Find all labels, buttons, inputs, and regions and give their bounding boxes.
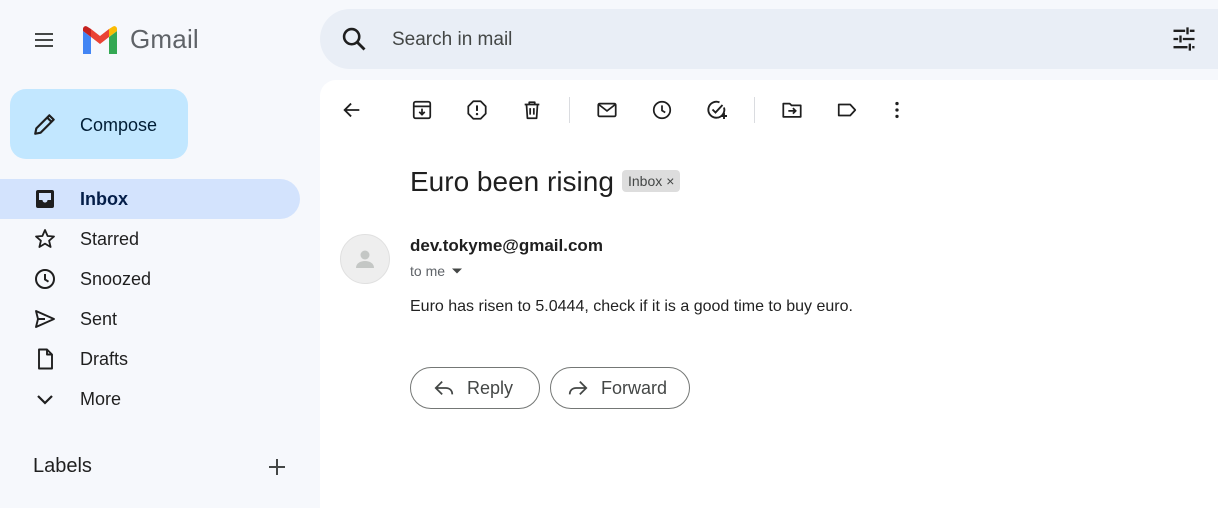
- star-icon: [33, 227, 57, 251]
- labels-button[interactable]: [835, 98, 859, 122]
- report-spam-button[interactable]: [465, 98, 489, 122]
- reply-button[interactable]: Reply: [410, 367, 540, 409]
- sidebar-item-label: Sent: [80, 309, 118, 329]
- sidebar-item-label: Starred: [80, 229, 140, 249]
- compose-label: Compose: [80, 115, 158, 135]
- chip-label: Inbox: [628, 173, 663, 189]
- create-label-button[interactable]: [265, 455, 289, 479]
- sidebar-item-snoozed[interactable]: Snoozed: [0, 259, 300, 299]
- move-to-folder-icon: [782, 102, 802, 118]
- snooze-button[interactable]: [650, 98, 674, 122]
- mark-unread-button[interactable]: [595, 98, 619, 122]
- arrow-back-icon: [343, 102, 360, 118]
- mail-icon: [597, 102, 617, 118]
- message-view: Euro been rising Inbox × dev.tokyme@gmai…: [320, 80, 1218, 508]
- sidebar-item-inbox[interactable]: Inbox: [0, 179, 300, 219]
- toolbar-divider: [754, 97, 755, 123]
- back-button[interactable]: [340, 98, 364, 122]
- avatar[interactable]: [340, 234, 390, 284]
- label-icon: [837, 103, 857, 117]
- sidebar-item-label: More: [80, 389, 122, 409]
- recipient-text: to me: [410, 263, 446, 279]
- pencil-icon: [32, 111, 58, 137]
- chevron-down-icon: [33, 387, 57, 411]
- archive-button[interactable]: [410, 98, 434, 122]
- inbox-label-chip: Inbox ×: [622, 170, 681, 192]
- labels-heading: Labels: [33, 455, 92, 477]
- search-bar: [320, 9, 1218, 69]
- sidebar-item-starred[interactable]: Starred: [0, 219, 300, 259]
- forward-button[interactable]: Forward: [550, 367, 690, 409]
- clock-icon: [652, 100, 672, 120]
- hamburger-menu-icon: [35, 33, 53, 47]
- gmail-logo[interactable]: Gmail: [80, 24, 199, 55]
- delete-button[interactable]: [520, 98, 544, 122]
- reply-label: Reply: [467, 377, 514, 398]
- sidebar-item-label: Inbox: [80, 189, 128, 209]
- report-spam-icon: [467, 100, 487, 120]
- sidebar-item-label: Snoozed: [80, 269, 152, 289]
- email-body: Euro has risen to 5.0444, check if it is…: [410, 298, 853, 315]
- main-menu-button[interactable]: [24, 20, 64, 60]
- sidebar-item-label: Drafts: [80, 349, 129, 369]
- plus-icon: [269, 459, 285, 475]
- forward-icon: [568, 380, 588, 396]
- reply-icon: [434, 380, 454, 396]
- compose-button[interactable]: Compose: [10, 89, 188, 159]
- trash-icon: [524, 101, 540, 120]
- more-vert-icon: [895, 101, 899, 119]
- send-icon: [33, 307, 57, 331]
- more-options-button[interactable]: [885, 98, 909, 122]
- clock-icon: [33, 267, 57, 291]
- add-to-tasks-button[interactable]: [705, 98, 729, 122]
- email-subject: Euro been rising: [410, 166, 614, 197]
- search-options-button[interactable]: [1170, 25, 1198, 53]
- forward-label: Forward: [601, 377, 668, 398]
- person-icon: [356, 250, 374, 268]
- sidebar-item-drafts[interactable]: Drafts: [0, 339, 300, 379]
- tune-icon: [1173, 27, 1195, 51]
- search-icon: [342, 27, 366, 51]
- sender-email[interactable]: dev.tokyme@gmail.com: [410, 236, 603, 256]
- sidebar-item-more[interactable]: More: [0, 379, 300, 419]
- toolbar-divider: [569, 97, 570, 123]
- move-to-button[interactable]: [780, 98, 804, 122]
- sidebar-item-sent[interactable]: Sent: [0, 299, 300, 339]
- remove-label-icon[interactable]: ×: [666, 173, 674, 189]
- search-input[interactable]: [390, 23, 1094, 57]
- recipient-details-toggle[interactable]: to me: [410, 263, 463, 279]
- add-task-icon: [707, 100, 727, 119]
- archive-icon: [412, 100, 432, 120]
- caret-down-icon: [452, 268, 463, 274]
- gmail-m-logo-icon: [83, 25, 117, 54]
- search-button[interactable]: [340, 25, 368, 53]
- app-name: Gmail: [130, 24, 199, 54]
- draft-icon: [33, 347, 57, 371]
- inbox-icon: [33, 187, 57, 211]
